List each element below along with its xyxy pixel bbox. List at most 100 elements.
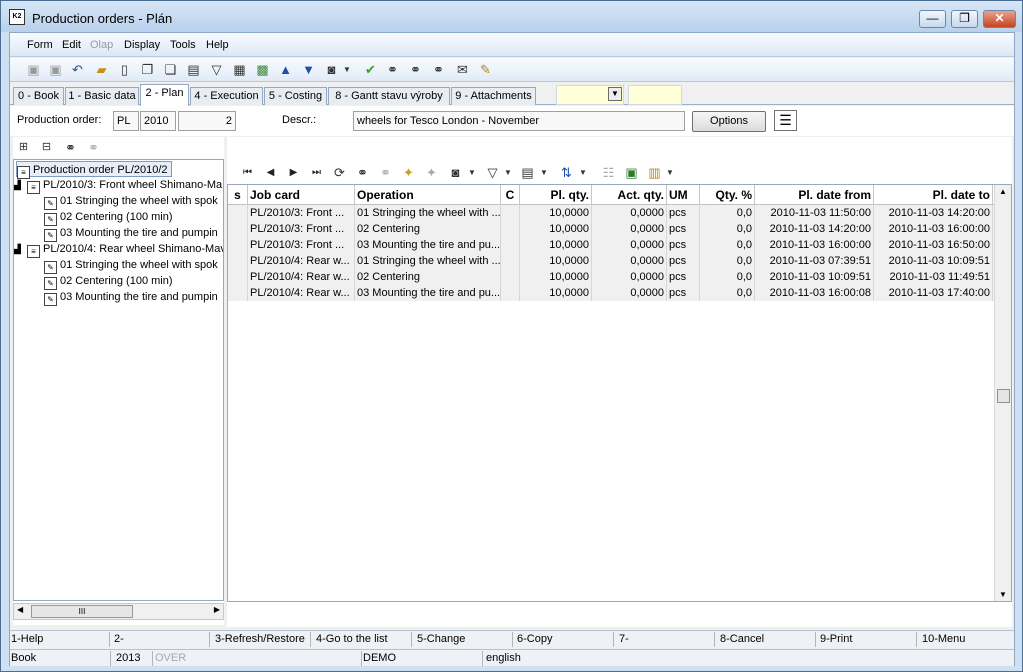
notes-icon[interactable]: ✎ — [477, 61, 494, 78]
table-row[interactable]: PL/2010/4: Rear w... 03 Mounting the tir… — [228, 285, 994, 301]
save-icon[interactable]: ▣ — [25, 61, 42, 78]
scroll-right-icon[interactable]: ▶ — [214, 605, 220, 614]
fkey-2[interactable]: 2- — [114, 632, 210, 647]
tree-scroll-thumb[interactable]: III — [31, 605, 133, 618]
refresh-icon[interactable]: ⟳ — [331, 164, 348, 181]
tree-root[interactable]: ≡ Production order PL/2010/2 — [16, 161, 172, 179]
grid-scroll-thumb[interactable] — [997, 389, 1010, 403]
menu-display[interactable]: Display — [124, 39, 160, 51]
tree-node[interactable]: ✎ 03 Mounting the tire and pumpin — [44, 289, 218, 306]
grid-search-next-icon[interactable]: ⚭ — [377, 164, 394, 181]
tree-view-icon[interactable]: ☷ — [600, 164, 617, 181]
table-row[interactable]: PL/2010/3: Front ... 03 Mounting the tir… — [228, 237, 994, 253]
open-folder-icon[interactable]: ▰ — [93, 61, 110, 78]
stack-icon[interactable]: ▩ — [254, 61, 271, 78]
binoculars-icon[interactable]: ⚭ — [384, 61, 401, 78]
tree-node[interactable]: ✎ 02 Centering (100 min) — [44, 273, 173, 290]
binoculars-next-icon[interactable]: ⚭ — [407, 61, 424, 78]
fkey-help[interactable]: 1-Help — [11, 632, 110, 647]
fkey-cancel[interactable]: 8-Cancel — [720, 632, 816, 647]
column-header[interactable]: Job card — [248, 185, 355, 205]
dropdown-icon[interactable]: ▼ — [342, 61, 352, 78]
description-field[interactable]: wheels for Tesco London - November — [353, 111, 685, 131]
tab-selector-dropdown-icon[interactable]: ▼ — [608, 87, 622, 101]
arrow-down-icon[interactable]: ▼ — [300, 61, 317, 78]
menu-help[interactable]: Help — [206, 39, 229, 51]
tree-node[interactable]: ▟ ≡ PL/2010/4: Rear wheel Shimano-Mav — [14, 241, 223, 258]
tree-search-icon[interactable]: ⚭ — [62, 139, 79, 156]
fkey-refresh[interactable]: 3-Refresh/Restore — [215, 632, 311, 647]
last-record-icon[interactable]: ⏭ — [308, 164, 325, 181]
tab-plan[interactable]: 2 - Plan — [140, 84, 189, 106]
grid-filter-icon[interactable]: ▽ — [484, 164, 501, 181]
table-row[interactable]: PL/2010/4: Rear w... 02 Centering 10,000… — [228, 269, 994, 285]
fkey-print[interactable]: 9-Print — [820, 632, 917, 647]
scroll-left-icon[interactable]: ◀ — [17, 605, 23, 614]
excel-export-icon[interactable]: ▣ — [623, 164, 640, 181]
tab-gantt[interactable]: 8 - Gantt stavu výroby — [328, 87, 450, 105]
paste-icon[interactable]: ❏ — [162, 61, 179, 78]
filter-list-icon[interactable]: ▦ — [231, 61, 248, 78]
columns-icon[interactable]: ▤ — [519, 164, 536, 181]
menu-edit[interactable]: Edit — [62, 39, 81, 51]
tree-node[interactable]: ✎ 02 Centering (100 min) — [44, 209, 173, 226]
column-header[interactable]: C — [501, 185, 520, 205]
table-row[interactable]: PL/2010/4: Rear w... 01 Stringing the wh… — [228, 253, 994, 269]
tab-book[interactable]: 0 - Book — [13, 87, 64, 105]
arrow-up-icon[interactable]: ▲ — [277, 61, 294, 78]
next-record-icon[interactable]: ▶ — [285, 164, 302, 181]
fkey-7[interactable]: 7- — [619, 632, 715, 647]
tree-horizontal-scrollbar[interactable]: ◀ III ▶ — [13, 603, 224, 620]
close-button[interactable]: ✕ — [983, 10, 1016, 28]
grid-vertical-scrollbar[interactable]: ▲ ▼ — [994, 185, 1011, 601]
tree-search-next-icon[interactable]: ⚭ — [85, 139, 102, 156]
grid-camera-icon[interactable]: ◙ — [447, 164, 464, 181]
menu-form[interactable]: Form — [27, 39, 53, 51]
column-header[interactable]: Operation — [355, 185, 501, 205]
notes-list-icon[interactable]: ▥ — [646, 164, 663, 181]
collapse-node-icon[interactable]: ▟ — [14, 181, 27, 190]
add-record-icon[interactable]: ✦ — [400, 164, 417, 181]
new-document-icon[interactable]: ▯ — [116, 61, 133, 78]
fkey-menu[interactable]: 10-Menu — [922, 632, 1012, 647]
sort-dropdown-icon[interactable]: ▼ — [578, 164, 588, 181]
fkey-change[interactable]: 5-Change — [417, 632, 513, 647]
tab-basic-data[interactable]: 1 - Basic data — [65, 87, 139, 105]
column-header[interactable]: s — [228, 185, 248, 205]
expand-all-icon[interactable]: ⊞ — [15, 139, 32, 156]
list-view-icon[interactable]: ☰ — [774, 110, 797, 131]
book-field[interactable]: PL — [113, 111, 139, 131]
tree-node[interactable]: ✎ 03 Mounting the tire and pumpin — [44, 225, 218, 242]
fkey-go-to-list[interactable]: 4-Go to the list — [316, 632, 412, 647]
previous-record-icon[interactable]: ◀ — [262, 164, 279, 181]
tab-execution[interactable]: 4 - Execution — [190, 87, 263, 105]
column-header[interactable]: Pl. date to — [874, 185, 993, 205]
delete-record-icon[interactable]: ✦ — [423, 164, 440, 181]
column-header[interactable]: Pl. qty. — [520, 185, 592, 205]
maximize-button[interactable]: ❐ — [951, 10, 978, 28]
sort-icon[interactable]: ⇅ — [558, 164, 575, 181]
binoculars-prev-icon[interactable]: ⚭ — [430, 61, 447, 78]
options-button[interactable]: Options — [692, 111, 766, 132]
tab-costing[interactable]: 5 - Costing — [264, 87, 327, 105]
order-number-field[interactable]: 2 — [178, 111, 236, 131]
first-record-icon[interactable]: ⏮ — [239, 164, 256, 181]
column-header[interactable]: Pl. date from — [755, 185, 874, 205]
notes-dropdown-icon[interactable]: ▼ — [665, 164, 675, 181]
camera-icon[interactable]: ◙ — [323, 61, 340, 78]
column-header[interactable]: Qty. % — [700, 185, 755, 205]
tree-node[interactable]: ▟ ≡ PL/2010/3: Front wheel Shimano-Ma — [14, 177, 222, 194]
filter-dropdown-icon[interactable]: ▼ — [503, 164, 513, 181]
book-icon[interactable]: ▤ — [185, 61, 202, 78]
grid-search-icon[interactable]: ⚭ — [354, 164, 371, 181]
column-header[interactable]: UM — [667, 185, 700, 205]
undo-icon[interactable]: ↶ — [69, 61, 86, 78]
collapse-all-icon[interactable]: ⊟ — [38, 139, 55, 156]
tree-node[interactable]: ✎ 01 Stringing the wheel with spok — [44, 193, 218, 210]
fkey-copy[interactable]: 6-Copy — [517, 632, 614, 647]
save-as-icon[interactable]: ▣ — [47, 61, 64, 78]
columns-dropdown-icon[interactable]: ▼ — [539, 164, 549, 181]
check-icon[interactable]: ✔ — [362, 61, 379, 78]
scroll-up-icon[interactable]: ▲ — [999, 187, 1007, 196]
copy-icon[interactable]: ❐ — [139, 61, 156, 78]
